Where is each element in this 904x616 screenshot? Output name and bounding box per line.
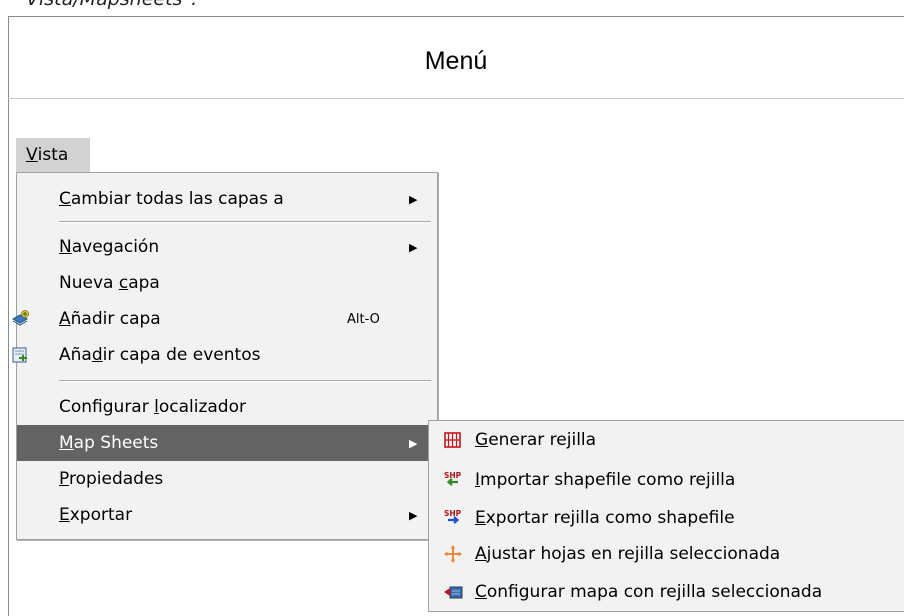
mnemonic: V bbox=[26, 145, 38, 165]
menubar-vista-label: ista bbox=[37, 145, 69, 165]
menu-item-label: Map Sheets bbox=[59, 433, 159, 453]
menu-item-map-sheets[interactable]: Map Sheets ▶ bbox=[17, 425, 437, 461]
menu-separator bbox=[59, 221, 431, 223]
submenu-item-exportar-rejilla[interactable]: SHP Exportar rejilla como shapefile bbox=[429, 499, 904, 536]
submenu-item-generar-rejilla[interactable]: Generar rejilla bbox=[429, 421, 904, 458]
menu-item-anadir-capa-eventos[interactable]: Añadir capa de eventos bbox=[12, 337, 437, 373]
svg-text:SHP: SHP bbox=[444, 509, 462, 518]
menu-separator bbox=[59, 380, 431, 382]
title-divider bbox=[8, 98, 904, 99]
menu-item-label: Exportar bbox=[59, 505, 133, 525]
submenu-item-label: Importar shapefile como rejilla bbox=[475, 469, 736, 490]
grid-icon bbox=[444, 432, 461, 448]
submenu-item-configurar-mapa[interactable]: Configurar mapa con rejilla seleccionada bbox=[429, 573, 904, 610]
menu-item-label: Nueva capa bbox=[59, 273, 160, 293]
map-sheets-submenu: Generar rejilla SHP Importar shapefile c… bbox=[428, 420, 904, 612]
adjust-sheets-icon bbox=[444, 545, 462, 563]
svg-text:SHP: SHP bbox=[444, 471, 462, 480]
menubar-vista[interactable]: Vista bbox=[16, 138, 90, 172]
submenu-arrow-icon: ▶ bbox=[409, 240, 418, 254]
menu-item-label: Cambiar todas las capas a bbox=[59, 189, 284, 209]
add-event-layer-icon bbox=[12, 347, 27, 363]
menu-item-exportar[interactable]: Exportar ▶ bbox=[17, 497, 437, 533]
panel-title: Menú bbox=[424, 47, 488, 75]
menu-item-label: Configurar localizador bbox=[59, 397, 246, 417]
add-layer-icon bbox=[11, 310, 29, 326]
submenu-arrow-icon: ▶ bbox=[409, 436, 418, 450]
submenu-item-label: Ajustar hojas en rejilla seleccionada bbox=[475, 543, 781, 564]
menu-item-label: Añadir capa bbox=[59, 309, 161, 329]
submenu-arrow-icon: ▶ bbox=[409, 508, 418, 522]
menu-item-nueva-capa[interactable]: Nueva capa bbox=[17, 265, 437, 301]
menu-item-cambiar-capas[interactable]: Cambiar todas las capas a ▶ bbox=[17, 181, 437, 217]
menu-item-configurar-localizador[interactable]: Configurar localizador bbox=[17, 389, 437, 425]
submenu-arrow-icon: ▶ bbox=[409, 192, 418, 206]
menu-item-anadir-capa[interactable]: Añadir capa Alt-O bbox=[11, 301, 437, 337]
page-caption: Vista/Mapsheets". bbox=[26, 0, 197, 10]
menu-item-navegacion[interactable]: Navegación ▶ bbox=[17, 229, 437, 265]
submenu-item-ajustar-hojas[interactable]: Ajustar hojas en rejilla seleccionada bbox=[429, 535, 904, 572]
menu-item-label: Añadir capa de eventos bbox=[59, 345, 261, 365]
submenu-item-label: Exportar rejilla como shapefile bbox=[475, 507, 735, 528]
submenu-item-label: Configurar mapa con rejilla seleccionada bbox=[475, 581, 823, 602]
vista-dropdown-menu: Cambiar todas las capas a ▶ Navegación ▶… bbox=[11, 172, 438, 540]
import-shp-icon: SHP bbox=[444, 471, 462, 486]
submenu-item-label: Generar rejilla bbox=[475, 429, 597, 450]
menu-item-propiedades[interactable]: Propiedades bbox=[17, 461, 437, 497]
shortcut-label: Alt-O bbox=[347, 311, 380, 327]
configure-map-icon bbox=[444, 586, 463, 599]
menu-item-label: Propiedades bbox=[59, 469, 164, 489]
submenu-item-importar-shapefile[interactable]: SHP Importar shapefile como rejilla bbox=[429, 461, 904, 498]
export-shp-icon: SHP bbox=[444, 509, 462, 524]
menu-item-label: Navegación bbox=[59, 237, 160, 257]
